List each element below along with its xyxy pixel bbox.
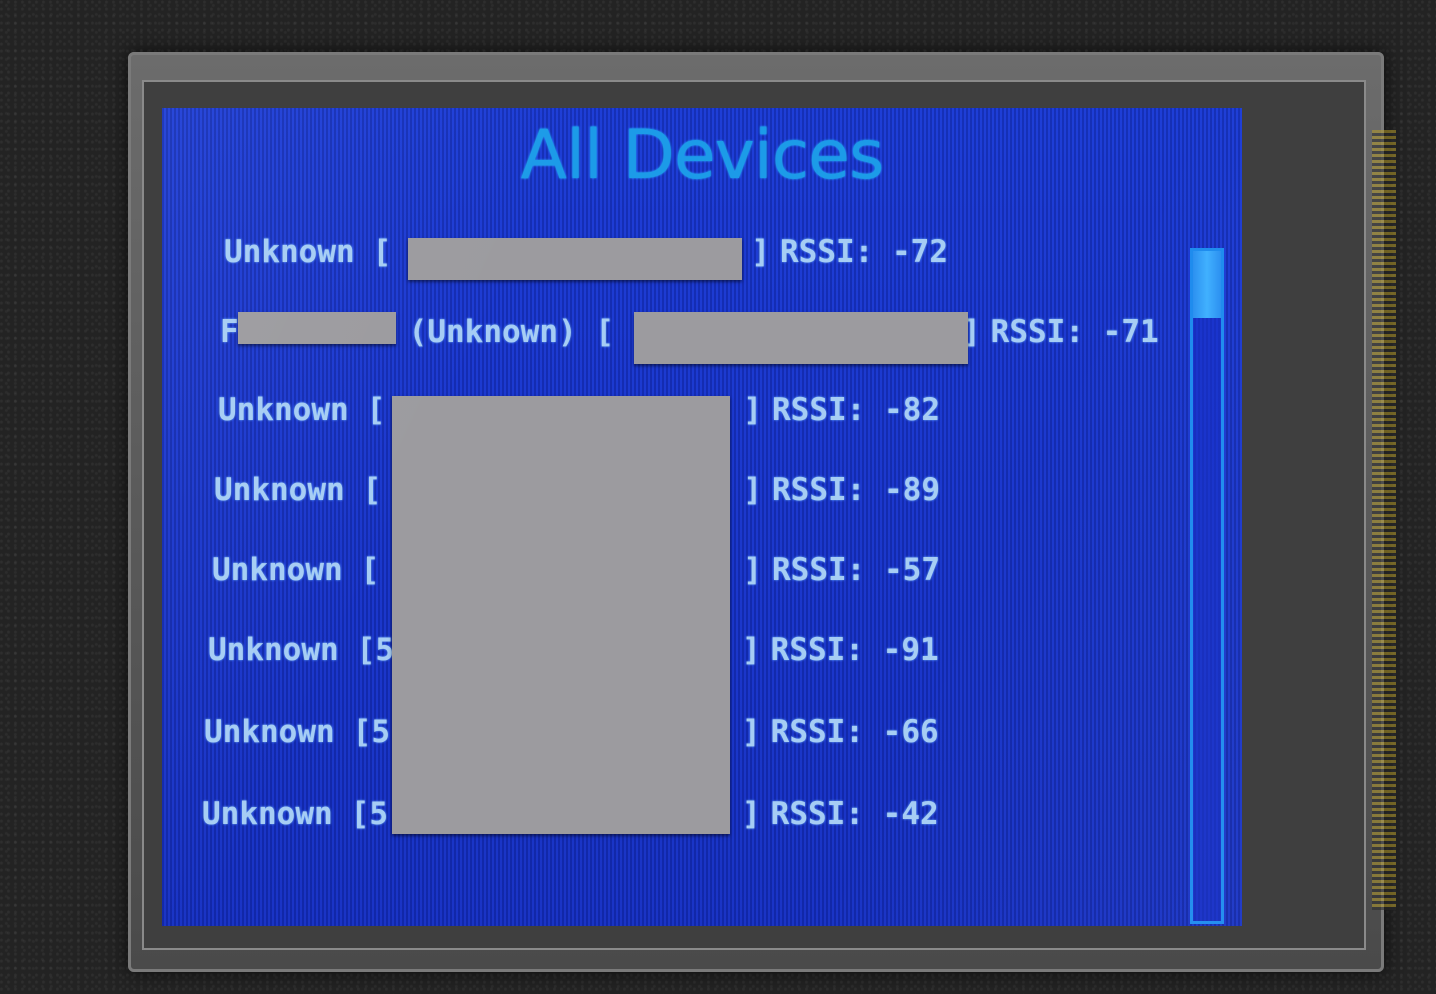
mac-open-bracket: [ bbox=[360, 552, 380, 588]
rssi-value: -66 bbox=[882, 714, 939, 750]
vertical-scrollbar[interactable] bbox=[1190, 248, 1224, 924]
device-name: Unknown bbox=[208, 632, 339, 668]
mac-open-bracket: [5 bbox=[356, 632, 394, 668]
device-name: F bbox=[220, 314, 239, 350]
rssi-label: RSSI: bbox=[770, 796, 864, 832]
device-name: Unknown bbox=[214, 472, 345, 508]
page-title: All Devices bbox=[520, 116, 885, 195]
rssi-label: RSSI: bbox=[780, 234, 874, 270]
mac-open-bracket: [ bbox=[595, 314, 614, 350]
mac-close-bracket: ] bbox=[743, 472, 762, 508]
rssi-value: -82 bbox=[884, 392, 940, 428]
device-name: Unknown bbox=[202, 796, 333, 832]
mac-open-bracket: [ bbox=[366, 392, 386, 428]
mac-open-bracket: [ bbox=[372, 234, 392, 270]
side-connector bbox=[1372, 130, 1396, 910]
rssi-value: -91 bbox=[882, 632, 939, 668]
rssi-value: -89 bbox=[884, 472, 940, 508]
mac-close-bracket: ] bbox=[741, 714, 761, 750]
mac-close-bracket: ] bbox=[751, 234, 770, 270]
rssi-value: -57 bbox=[884, 552, 940, 588]
mac-close-bracket: ] bbox=[743, 392, 762, 428]
mac-open-bracket: [ bbox=[362, 472, 382, 508]
rssi-value: -72 bbox=[892, 234, 948, 270]
rssi-label: RSSI: bbox=[772, 392, 866, 428]
mac-close-bracket: ] bbox=[743, 552, 762, 588]
lcd-screen: All Devices Unknown[] RSSI: -72 F (Unknown… bbox=[162, 108, 1242, 926]
redacted-mac-address bbox=[634, 312, 968, 364]
rssi-value: -42 bbox=[882, 796, 939, 832]
redacted-device-name bbox=[238, 312, 396, 344]
device-name: Unknown bbox=[224, 234, 355, 270]
device-name: Unknown bbox=[212, 552, 343, 588]
device-name-suffix: (Unknown) bbox=[408, 314, 577, 350]
mac-close-bracket: ] bbox=[741, 796, 761, 832]
device-name: Unknown bbox=[204, 714, 335, 750]
redacted-mac-address bbox=[408, 238, 742, 280]
rssi-value: -71 bbox=[1102, 314, 1159, 350]
rssi-label: RSSI: bbox=[772, 552, 866, 588]
scroll-thumb[interactable] bbox=[1193, 251, 1221, 318]
mac-close-bracket: ] bbox=[741, 632, 761, 668]
rssi-label: RSSI: bbox=[770, 632, 864, 668]
mac-open-bracket: [5 bbox=[352, 714, 390, 750]
rssi-label: RSSI: bbox=[772, 472, 866, 508]
redacted-mac-block bbox=[392, 396, 730, 834]
device-name: Unknown bbox=[218, 392, 349, 428]
rssi-label: RSSI: bbox=[990, 314, 1084, 350]
mac-open-bracket: [5 bbox=[350, 796, 388, 832]
rssi-label: RSSI: bbox=[770, 714, 864, 750]
